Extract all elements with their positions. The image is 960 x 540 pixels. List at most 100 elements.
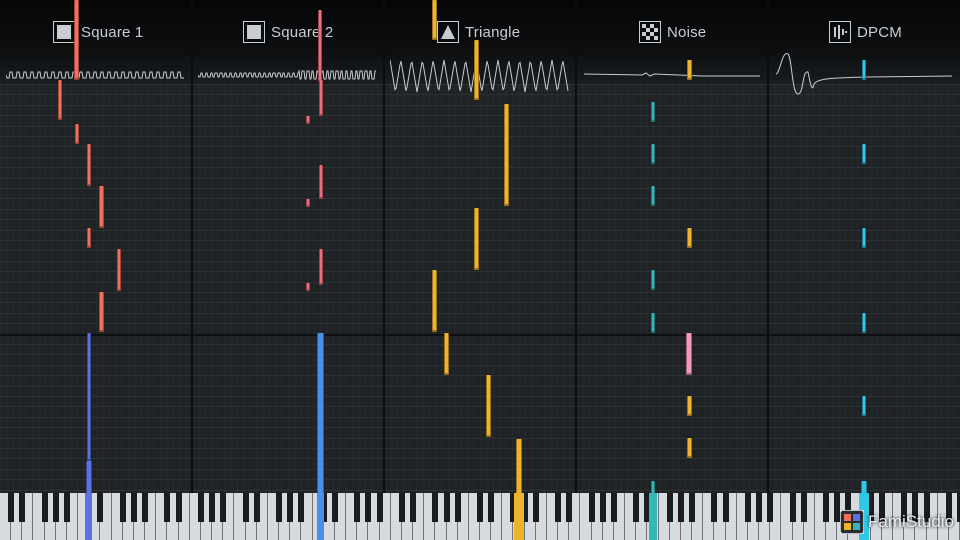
black-key[interactable]: [443, 493, 450, 522]
note[interactable]: [306, 116, 310, 124]
black-key[interactable]: [823, 493, 830, 522]
channel-header-dpcm[interactable]: DPCM: [829, 18, 902, 46]
note[interactable]: [687, 438, 692, 458]
note[interactable]: [74, 0, 79, 80]
black-key[interactable]: [744, 493, 751, 522]
black-key[interactable]: [666, 493, 673, 522]
channel-header-square-1[interactable]: Square 1: [53, 18, 143, 46]
grid-line: [0, 344, 960, 345]
piano-keyboard[interactable]: [0, 493, 960, 540]
note[interactable]: [117, 249, 121, 291]
black-key[interactable]: [331, 493, 338, 522]
black-key[interactable]: [410, 493, 417, 522]
black-key[interactable]: [555, 493, 562, 522]
black-key[interactable]: [41, 493, 48, 522]
black-key[interactable]: [588, 493, 595, 522]
black-key[interactable]: [175, 493, 182, 522]
note[interactable]: [486, 375, 491, 437]
note[interactable]: [318, 10, 322, 82]
black-key[interactable]: [677, 493, 684, 522]
black-key[interactable]: [63, 493, 70, 522]
black-key[interactable]: [253, 493, 260, 522]
black-key[interactable]: [398, 493, 405, 522]
black-key[interactable]: [97, 493, 104, 522]
note[interactable]: [87, 228, 91, 248]
channel-header-noise[interactable]: Noise: [639, 18, 706, 46]
black-key[interactable]: [532, 493, 539, 522]
grid-line: [0, 157, 960, 158]
note[interactable]: [687, 60, 692, 80]
note[interactable]: [862, 313, 866, 333]
black-key[interactable]: [354, 493, 361, 522]
black-key[interactable]: [209, 493, 216, 522]
note[interactable]: [58, 80, 62, 120]
pressed-key: [317, 493, 324, 540]
black-key[interactable]: [220, 493, 227, 522]
note[interactable]: [862, 396, 866, 416]
black-key[interactable]: [130, 493, 137, 522]
note[interactable]: [99, 186, 104, 228]
black-key[interactable]: [164, 493, 171, 522]
black-key[interactable]: [454, 493, 461, 522]
black-key[interactable]: [119, 493, 126, 522]
note[interactable]: [474, 40, 479, 100]
black-key[interactable]: [722, 493, 729, 522]
black-key[interactable]: [633, 493, 640, 522]
grid-line: [0, 354, 960, 355]
note[interactable]: [75, 124, 79, 144]
black-key[interactable]: [365, 493, 372, 522]
note[interactable]: [651, 186, 655, 206]
note[interactable]: [862, 144, 866, 164]
note[interactable]: [319, 80, 323, 116]
black-key[interactable]: [376, 493, 383, 522]
note[interactable]: [651, 270, 655, 290]
square-wave-icon: [53, 21, 75, 43]
note[interactable]: [862, 60, 866, 80]
black-key[interactable]: [19, 493, 26, 522]
black-key[interactable]: [610, 493, 617, 522]
note[interactable]: [319, 165, 323, 199]
note[interactable]: [87, 144, 91, 186]
note[interactable]: [444, 333, 449, 375]
note[interactable]: [432, 270, 437, 332]
black-key[interactable]: [298, 493, 305, 522]
black-key[interactable]: [8, 493, 15, 522]
black-key[interactable]: [488, 493, 495, 522]
note[interactable]: [862, 228, 866, 248]
note[interactable]: [87, 333, 91, 461]
note[interactable]: [99, 292, 104, 332]
black-key[interactable]: [689, 493, 696, 522]
black-key[interactable]: [756, 493, 763, 522]
black-key[interactable]: [477, 493, 483, 522]
black-key[interactable]: [566, 493, 573, 522]
black-key[interactable]: [276, 493, 283, 522]
grid-line: [0, 250, 960, 251]
black-key[interactable]: [599, 493, 606, 522]
black-key[interactable]: [197, 493, 204, 522]
channel-separator: [191, 0, 193, 500]
famistudio-logo-icon: [840, 510, 865, 534]
note[interactable]: [306, 199, 310, 207]
black-key[interactable]: [52, 493, 59, 522]
note[interactable]: [319, 249, 323, 285]
channel-separator: [383, 0, 385, 500]
black-key[interactable]: [242, 493, 249, 522]
black-key[interactable]: [711, 493, 718, 522]
note[interactable]: [651, 144, 655, 164]
black-key[interactable]: [767, 493, 774, 522]
black-key[interactable]: [142, 493, 149, 522]
note[interactable]: [686, 333, 692, 375]
note[interactable]: [687, 228, 692, 248]
note[interactable]: [306, 283, 310, 291]
note[interactable]: [687, 396, 692, 416]
black-key[interactable]: [800, 493, 807, 522]
grid-line: [0, 198, 960, 199]
note[interactable]: [432, 0, 437, 40]
black-key[interactable]: [789, 493, 796, 522]
black-key[interactable]: [287, 493, 294, 522]
black-key[interactable]: [432, 493, 439, 522]
note[interactable]: [504, 104, 509, 206]
note[interactable]: [651, 102, 655, 122]
note[interactable]: [474, 208, 479, 270]
note[interactable]: [651, 313, 655, 333]
